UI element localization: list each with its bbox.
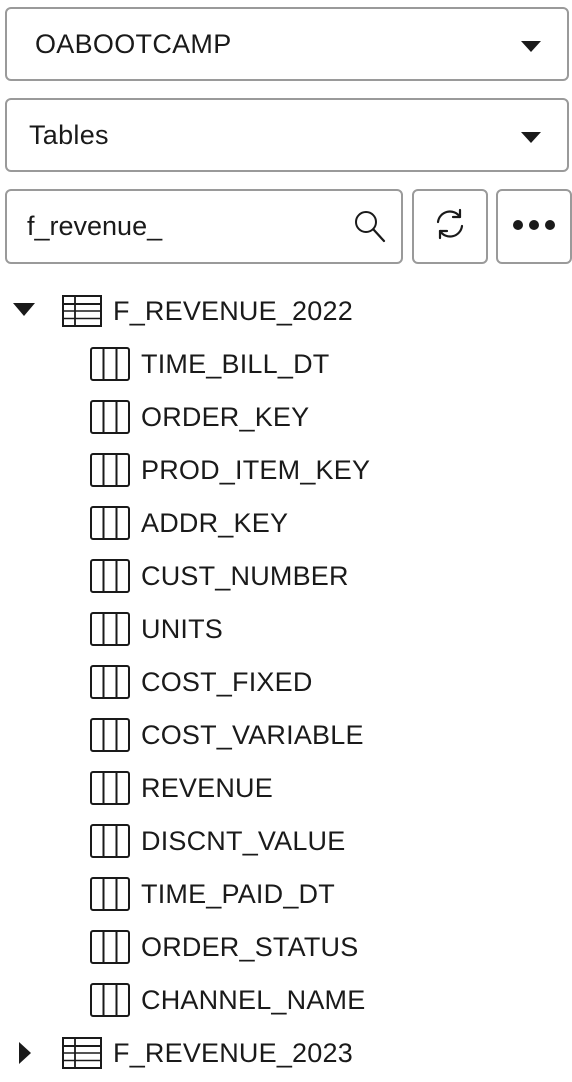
column-icon xyxy=(90,665,130,706)
more-horizontal-icon xyxy=(512,218,556,236)
column-icon xyxy=(90,930,130,971)
column-name: REVENUE xyxy=(141,772,273,803)
column-name: COST_VARIABLE xyxy=(141,719,364,750)
column-icon xyxy=(90,559,130,600)
caret-down-icon[interactable] xyxy=(13,303,35,317)
column-name: CUST_NUMBER xyxy=(141,560,349,591)
refresh-button[interactable] xyxy=(412,189,488,264)
column-name: ADDR_KEY xyxy=(141,507,289,538)
column-icon xyxy=(90,824,130,865)
column-name: COST_FIXED xyxy=(141,666,313,697)
column-icon xyxy=(90,771,130,812)
column-icon xyxy=(90,506,130,547)
table-name: F_REVENUE_2022 xyxy=(113,295,353,326)
column-icon xyxy=(90,453,130,494)
column-name: PROD_ITEM_KEY xyxy=(141,454,371,485)
search-icon[interactable] xyxy=(353,209,387,250)
column-icon xyxy=(90,718,130,759)
column-icon xyxy=(90,400,130,441)
column-name: TIME_BILL_DT xyxy=(141,348,330,379)
column-icon xyxy=(90,347,130,388)
column-icon xyxy=(90,612,130,653)
object-type-select[interactable]: Tables xyxy=(5,98,569,172)
column-icon xyxy=(90,983,130,1024)
column-name: DISCNT_VALUE xyxy=(141,825,346,856)
refresh-icon xyxy=(433,207,467,246)
chevron-down-icon xyxy=(521,41,541,52)
object-type-select-value: Tables xyxy=(29,119,109,150)
chevron-down-icon xyxy=(521,132,541,143)
search-input[interactable]: f_revenue_ xyxy=(5,189,403,264)
table-icon xyxy=(62,1037,102,1076)
column-name: ORDER_STATUS xyxy=(141,931,359,962)
column-icon xyxy=(90,877,130,918)
search-input-value: f_revenue_ xyxy=(27,211,163,241)
table-icon xyxy=(62,295,102,334)
column-name: CHANNEL_NAME xyxy=(141,984,366,1015)
column-name: ORDER_KEY xyxy=(141,401,310,432)
column-name: UNITS xyxy=(141,613,223,644)
schema-select[interactable]: OABOOTCAMP xyxy=(5,7,569,81)
schema-select-value: OABOOTCAMP xyxy=(35,28,232,59)
more-options-button[interactable] xyxy=(496,189,572,264)
table-name: F_REVENUE_2023 xyxy=(113,1037,353,1068)
caret-right-icon[interactable] xyxy=(19,1042,31,1064)
column-name: TIME_PAID_DT xyxy=(141,878,335,909)
